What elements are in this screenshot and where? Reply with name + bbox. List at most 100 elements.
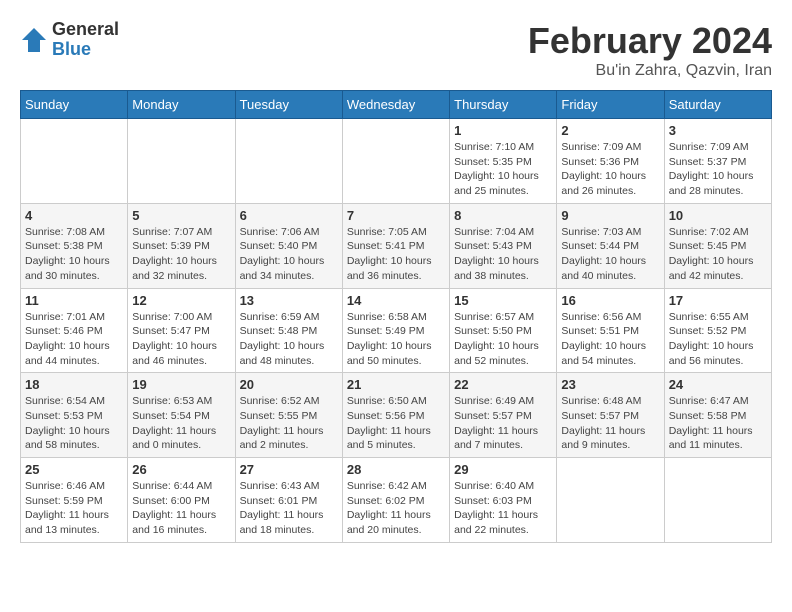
week-row-3: 18 Sunrise: 6:54 AM Sunset: 5:53 PM Dayli…	[21, 373, 772, 458]
calendar-cell: 15Sunrise: 6:57 AM Sunset: 5:50 PM Dayli…	[450, 288, 557, 373]
day-info: Sunrise: 6:42 AM Sunset: 6:02 PM Dayligh…	[347, 479, 445, 538]
day-info: Sunrise: 6:46 AM Sunset: 5:59 PM Dayligh…	[25, 479, 123, 538]
day-number: 5	[132, 208, 230, 223]
header-day-thursday: Thursday	[450, 91, 557, 119]
day-number: 24	[669, 377, 767, 392]
day-info: Sunrise: 6:44 AM Sunset: 6:00 PM Dayligh…	[132, 479, 230, 538]
day-number: 11	[25, 293, 123, 308]
day-info: Sunrise: 7:02 AM Sunset: 5:45 PM Dayligh…	[669, 225, 767, 284]
calendar-cell: 5 Sunrise: 7:07 AM Sunset: 5:39 PM Daylig…	[128, 203, 235, 288]
day-info: Sunrise: 7:04 AM Sunset: 5:43 PM Dayligh…	[454, 225, 552, 284]
calendar-cell: 10 Sunrise: 7:02 AM Sunset: 5:45 PM Dayli…	[664, 203, 771, 288]
week-row-2: 11 Sunrise: 7:01 AM Sunset: 5:46 PM Dayli…	[21, 288, 772, 373]
calendar-header: SundayMondayTuesdayWednesdayThursdayFrid…	[21, 91, 772, 119]
calendar-cell	[235, 119, 342, 204]
day-number: 25	[25, 462, 123, 477]
day-number: 10	[669, 208, 767, 223]
calendar-cell: 28 Sunrise: 6:42 AM Sunset: 6:02 PM Dayli…	[342, 458, 449, 543]
day-info: Sunrise: 7:08 AM Sunset: 5:38 PM Dayligh…	[25, 225, 123, 284]
day-number: 14	[347, 293, 445, 308]
day-info: Sunrise: 6:48 AM Sunset: 5:57 PM Dayligh…	[561, 394, 659, 453]
day-info: Sunrise: 7:09 AM Sunset: 5:36 PM Dayligh…	[561, 140, 659, 199]
calendar-cell: 13 Sunrise: 6:59 AM Sunset: 5:48 PM Dayli…	[235, 288, 342, 373]
day-info: Sunrise: 7:05 AM Sunset: 5:41 PM Dayligh…	[347, 225, 445, 284]
day-info: Sunrise: 7:07 AM Sunset: 5:39 PM Dayligh…	[132, 225, 230, 284]
calendar-cell: 18 Sunrise: 6:54 AM Sunset: 5:53 PM Dayli…	[21, 373, 128, 458]
calendar-cell: 7Sunrise: 7:05 AM Sunset: 5:41 PM Daylig…	[342, 203, 449, 288]
header-day-sunday: Sunday	[21, 91, 128, 119]
calendar-cell	[21, 119, 128, 204]
calendar-cell: 2Sunrise: 7:09 AM Sunset: 5:36 PM Daylig…	[557, 119, 664, 204]
logo-general: General	[52, 20, 119, 40]
week-row-0: 1Sunrise: 7:10 AM Sunset: 5:35 PM Daylig…	[21, 119, 772, 204]
day-info: Sunrise: 6:49 AM Sunset: 5:57 PM Dayligh…	[454, 394, 552, 453]
calendar-cell: 6 Sunrise: 7:06 AM Sunset: 5:40 PM Daylig…	[235, 203, 342, 288]
calendar-cell: 27 Sunrise: 6:43 AM Sunset: 6:01 PM Dayli…	[235, 458, 342, 543]
calendar-cell: 19Sunrise: 6:53 AM Sunset: 5:54 PM Dayli…	[128, 373, 235, 458]
day-number: 4	[25, 208, 123, 223]
day-number: 16	[561, 293, 659, 308]
day-info: Sunrise: 6:54 AM Sunset: 5:53 PM Dayligh…	[25, 394, 123, 453]
header-day-tuesday: Tuesday	[235, 91, 342, 119]
day-info: Sunrise: 6:55 AM Sunset: 5:52 PM Dayligh…	[669, 310, 767, 369]
week-row-4: 25 Sunrise: 6:46 AM Sunset: 5:59 PM Dayli…	[21, 458, 772, 543]
day-number: 29	[454, 462, 552, 477]
calendar-cell	[557, 458, 664, 543]
calendar-cell: 12Sunrise: 7:00 AM Sunset: 5:47 PM Dayli…	[128, 288, 235, 373]
calendar: SundayMondayTuesdayWednesdayThursdayFrid…	[20, 90, 772, 543]
day-number: 6	[240, 208, 338, 223]
calendar-cell: 22 Sunrise: 6:49 AM Sunset: 5:57 PM Dayli…	[450, 373, 557, 458]
day-info: Sunrise: 7:10 AM Sunset: 5:35 PM Dayligh…	[454, 140, 552, 199]
logo-text: General Blue	[52, 20, 119, 60]
week-row-1: 4 Sunrise: 7:08 AM Sunset: 5:38 PM Daylig…	[21, 203, 772, 288]
day-number: 3	[669, 123, 767, 138]
calendar-cell: 25 Sunrise: 6:46 AM Sunset: 5:59 PM Dayli…	[21, 458, 128, 543]
day-number: 23	[561, 377, 659, 392]
calendar-body: 1Sunrise: 7:10 AM Sunset: 5:35 PM Daylig…	[21, 119, 772, 543]
calendar-cell: 3 Sunrise: 7:09 AM Sunset: 5:37 PM Daylig…	[664, 119, 771, 204]
calendar-cell: 8 Sunrise: 7:04 AM Sunset: 5:43 PM Daylig…	[450, 203, 557, 288]
day-info: Sunrise: 7:06 AM Sunset: 5:40 PM Dayligh…	[240, 225, 338, 284]
day-info: Sunrise: 6:50 AM Sunset: 5:56 PM Dayligh…	[347, 394, 445, 453]
day-number: 9	[561, 208, 659, 223]
calendar-cell: 4 Sunrise: 7:08 AM Sunset: 5:38 PM Daylig…	[21, 203, 128, 288]
day-info: Sunrise: 7:00 AM Sunset: 5:47 PM Dayligh…	[132, 310, 230, 369]
day-info: Sunrise: 7:09 AM Sunset: 5:37 PM Dayligh…	[669, 140, 767, 199]
header-row: SundayMondayTuesdayWednesdayThursdayFrid…	[21, 91, 772, 119]
calendar-cell: 29 Sunrise: 6:40 AM Sunset: 6:03 PM Dayli…	[450, 458, 557, 543]
calendar-cell: 21 Sunrise: 6:50 AM Sunset: 5:56 PM Dayli…	[342, 373, 449, 458]
day-info: Sunrise: 6:59 AM Sunset: 5:48 PM Dayligh…	[240, 310, 338, 369]
day-number: 17	[669, 293, 767, 308]
calendar-cell	[664, 458, 771, 543]
day-info: Sunrise: 6:52 AM Sunset: 5:55 PM Dayligh…	[240, 394, 338, 453]
day-info: Sunrise: 6:40 AM Sunset: 6:03 PM Dayligh…	[454, 479, 552, 538]
calendar-cell: 1Sunrise: 7:10 AM Sunset: 5:35 PM Daylig…	[450, 119, 557, 204]
calendar-cell	[128, 119, 235, 204]
calendar-cell	[342, 119, 449, 204]
day-number: 8	[454, 208, 552, 223]
calendar-cell: 14Sunrise: 6:58 AM Sunset: 5:49 PM Dayli…	[342, 288, 449, 373]
header: General Blue February 2024 Bu'in Zahra, …	[20, 20, 772, 80]
header-day-friday: Friday	[557, 91, 664, 119]
day-number: 26	[132, 462, 230, 477]
header-day-saturday: Saturday	[664, 91, 771, 119]
day-number: 13	[240, 293, 338, 308]
day-info: Sunrise: 6:56 AM Sunset: 5:51 PM Dayligh…	[561, 310, 659, 369]
day-number: 21	[347, 377, 445, 392]
logo-blue: Blue	[52, 40, 119, 60]
subtitle: Bu'in Zahra, Qazvin, Iran	[528, 62, 772, 80]
calendar-cell: 17 Sunrise: 6:55 AM Sunset: 5:52 PM Dayli…	[664, 288, 771, 373]
day-number: 20	[240, 377, 338, 392]
header-day-monday: Monday	[128, 91, 235, 119]
day-number: 27	[240, 462, 338, 477]
day-number: 22	[454, 377, 552, 392]
day-info: Sunrise: 6:43 AM Sunset: 6:01 PM Dayligh…	[240, 479, 338, 538]
calendar-cell: 11 Sunrise: 7:01 AM Sunset: 5:46 PM Dayli…	[21, 288, 128, 373]
day-info: Sunrise: 7:01 AM Sunset: 5:46 PM Dayligh…	[25, 310, 123, 369]
calendar-cell: 26 Sunrise: 6:44 AM Sunset: 6:00 PM Dayli…	[128, 458, 235, 543]
day-number: 18	[25, 377, 123, 392]
day-info: Sunrise: 6:47 AM Sunset: 5:58 PM Dayligh…	[669, 394, 767, 453]
day-number: 28	[347, 462, 445, 477]
header-day-wednesday: Wednesday	[342, 91, 449, 119]
main-title: February 2024	[528, 20, 772, 62]
